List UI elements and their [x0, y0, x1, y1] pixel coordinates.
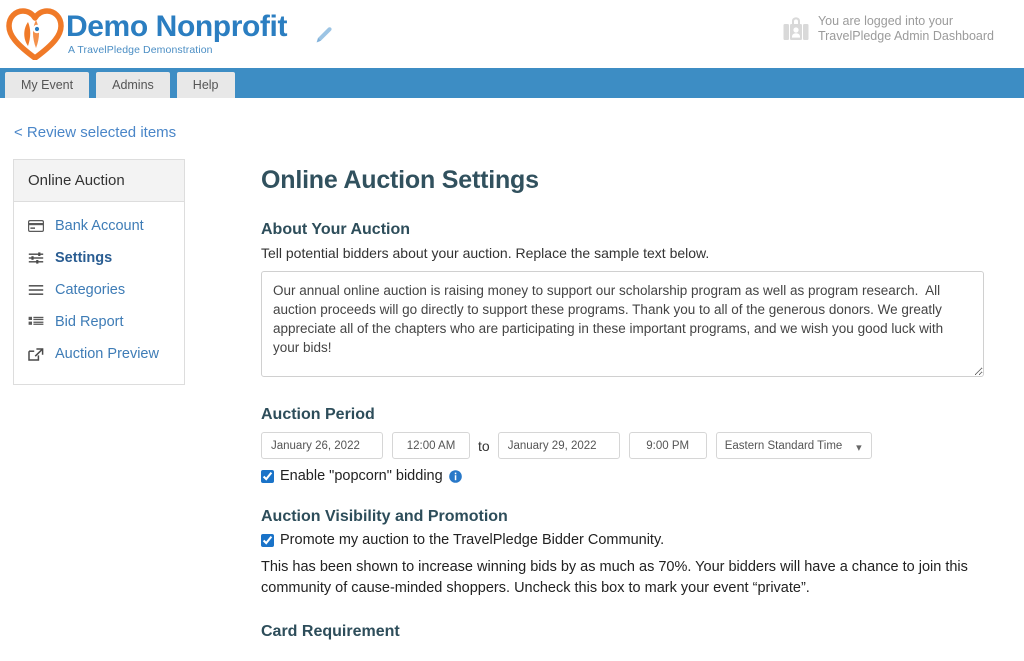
sidebar-nav: Online Auction Bank Account Settings Cat…	[13, 159, 185, 385]
heart-logo-icon	[6, 8, 64, 61]
tab-admins[interactable]: Admins	[96, 72, 170, 98]
brand-text-block: Demo Nonprofit A TravelPledge Demonstrat…	[66, 12, 287, 56]
promote-auction-label: Promote my auction to the TravelPledge B…	[280, 532, 665, 548]
tab-my-event[interactable]: My Event	[5, 72, 90, 98]
card-requirement-heading: Card Requirement	[261, 623, 400, 640]
briefcase-badge-icon	[783, 16, 809, 46]
login-status-line1: You are logged into your	[817, 14, 954, 28]
sidebar-item-label: Settings	[55, 250, 113, 266]
sidebar-item-label: Bid Report	[55, 314, 124, 330]
page-title: Online Auction Settings	[261, 166, 539, 194]
page-layout: Online Auction Bank Account Settings Cat…	[0, 142, 1024, 661]
sidebar-item-label: Bank Account	[55, 218, 144, 234]
popcorn-bidding-row[interactable]: Enable "popcorn" bidding	[261, 468, 991, 484]
auction-visibility-description: This has been shown to increase winning …	[261, 559, 968, 596]
sidebar-item-settings[interactable]: Settings	[14, 242, 184, 274]
end-date-input[interactable]	[497, 432, 620, 459]
auction-visibility-section: Auction Visibility and Promotion Promote…	[261, 508, 991, 599]
timezone-select[interactable]: Eastern Standard Time	[715, 432, 872, 459]
table-list-icon	[28, 315, 46, 330]
sidebar-item-list: Bank Account Settings Categories Bid Rep…	[14, 202, 184, 384]
start-time-input[interactable]	[392, 432, 470, 459]
tab-help[interactable]: Help	[176, 72, 235, 98]
credit-card-icon	[28, 219, 46, 234]
review-selected-items-link[interactable]: < Review selected items	[14, 124, 176, 141]
pencil-icon[interactable]	[313, 24, 335, 46]
page-body: < Review selected items Online Auction B…	[0, 98, 1024, 661]
sidebar-item-label: Categories	[55, 282, 126, 298]
sidebar-item-bid-report[interactable]: Bid Report	[14, 306, 184, 338]
external-link-icon	[28, 347, 46, 362]
primary-nav-tabbar: My Event Admins Help	[0, 68, 1024, 98]
popcorn-bidding-label: Enable "popcorn" bidding	[280, 468, 443, 484]
brand-title: Demo Nonprofit	[66, 10, 288, 44]
about-auction-helper: Tell potential bidders about your auctio…	[261, 245, 710, 261]
timezone-select-wrap: Eastern Standard Time ▾	[707, 432, 872, 459]
main-content: Online Auction Settings About Your Aucti…	[261, 154, 991, 661]
auction-period-fields: to Eastern Standard Time ▾	[261, 432, 991, 459]
brand-block: Demo Nonprofit A TravelPledge Demonstrat…	[0, 8, 287, 61]
auction-period-heading: Auction Period	[261, 406, 375, 423]
card-requirement-section: Card Requirement	[261, 623, 991, 641]
sidebar-item-bank-account[interactable]: Bank Account	[14, 210, 184, 242]
sidebar-item-auction-preview[interactable]: Auction Preview	[14, 338, 184, 370]
auction-visibility-heading: Auction Visibility and Promotion	[261, 508, 508, 525]
info-circle-icon[interactable]	[448, 469, 462, 483]
login-status-line2: TravelPledge Admin Dashboard	[817, 29, 994, 43]
login-status: You are logged into your TravelPledge Ad…	[783, 14, 994, 46]
popcorn-bidding-checkbox[interactable]	[261, 469, 274, 483]
site-header: Demo Nonprofit A TravelPledge Demonstrat…	[0, 0, 1024, 68]
sliders-icon	[28, 251, 46, 266]
period-to-label: to	[478, 437, 490, 454]
end-time-input[interactable]	[628, 432, 707, 459]
about-auction-heading: About Your Auction	[261, 221, 411, 238]
list-bars-icon	[28, 283, 46, 298]
auction-description-textarea[interactable]: Our annual online auction is raising mon…	[261, 271, 984, 377]
promote-auction-checkbox[interactable]	[261, 533, 274, 547]
sidebar-title: Online Auction	[14, 160, 184, 202]
start-date-input[interactable]	[261, 432, 383, 459]
sidebar-item-label: Auction Preview	[55, 346, 159, 362]
promote-auction-row[interactable]: Promote my auction to the TravelPledge B…	[261, 532, 991, 548]
about-auction-section: About Your Auction Tell potential bidder…	[261, 221, 991, 382]
login-status-text: You are logged into your TravelPledge Ad…	[818, 14, 994, 44]
brand-subtitle: A TravelPledge Demonstration	[68, 44, 213, 57]
sidebar-item-categories[interactable]: Categories	[14, 274, 184, 306]
auction-period-section: Auction Period to Eastern Standard Time …	[261, 406, 991, 484]
